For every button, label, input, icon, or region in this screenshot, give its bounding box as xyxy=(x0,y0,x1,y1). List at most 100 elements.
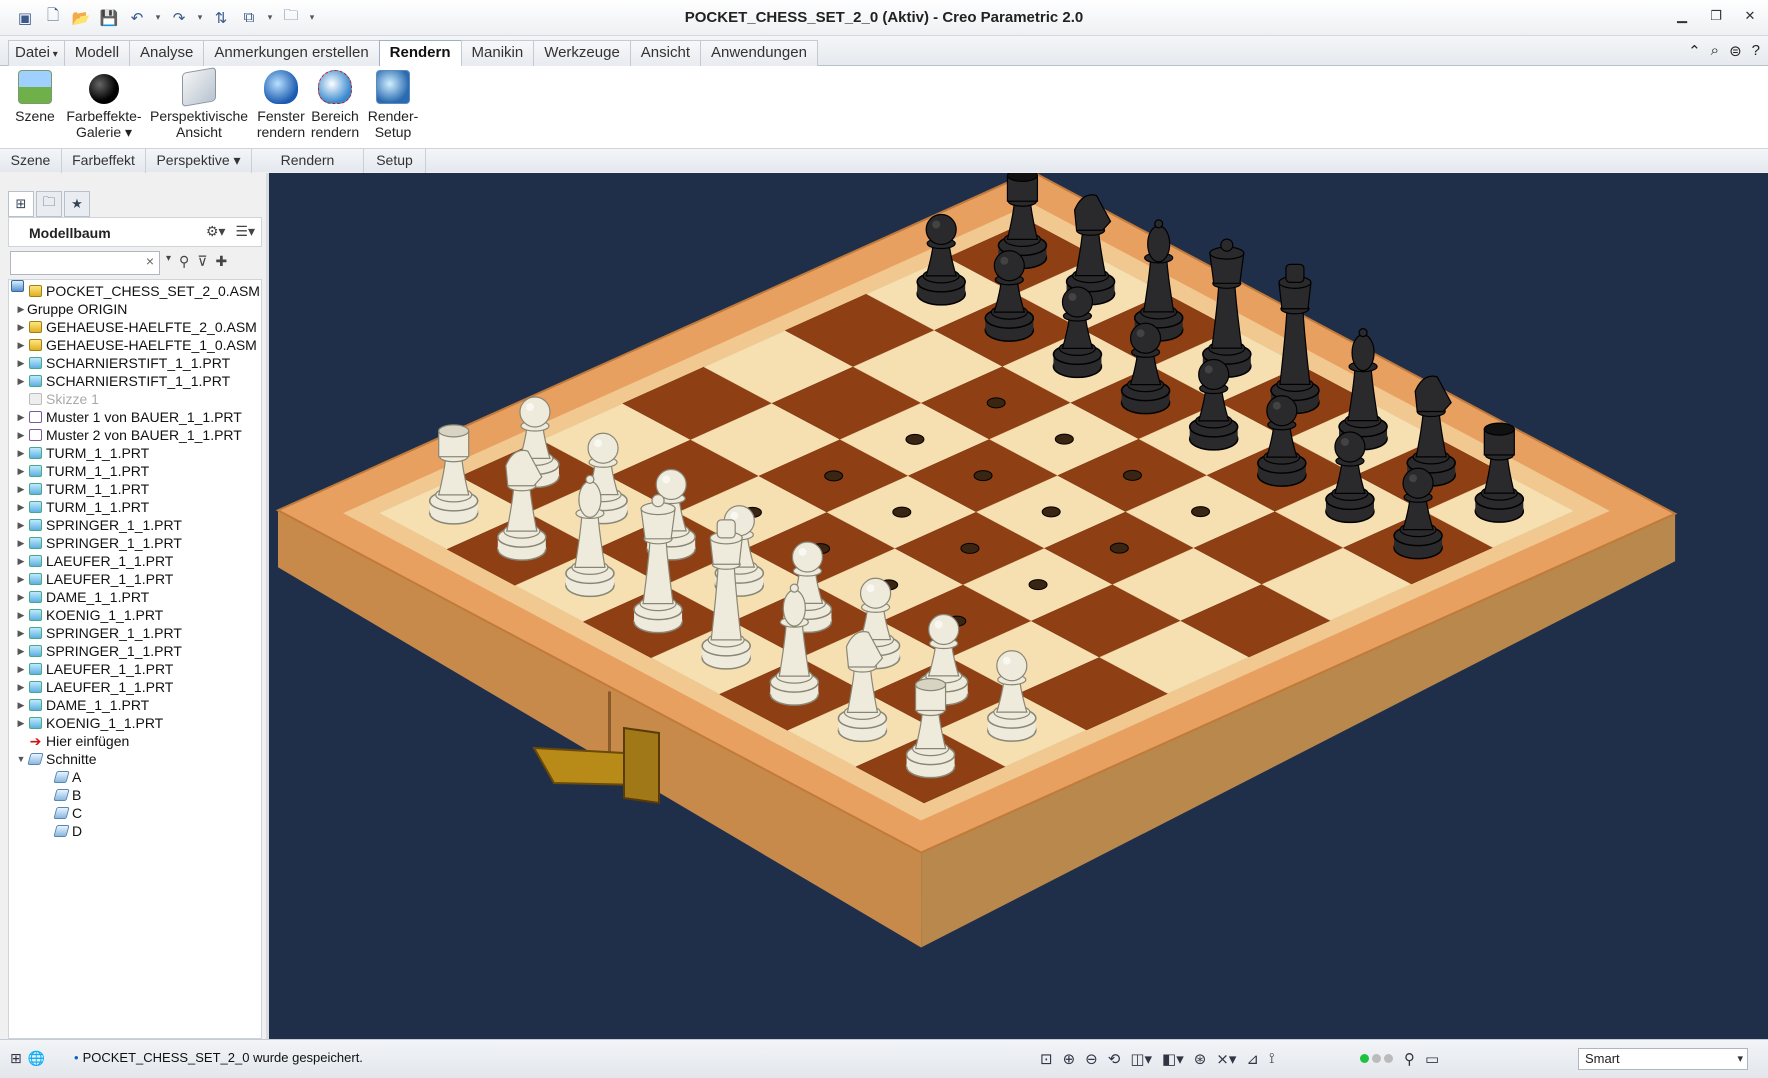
render-window-button[interactable]: Fenster rendern xyxy=(256,70,306,140)
tree-item[interactable]: ▶ TURM_1_1.PRT xyxy=(9,498,261,516)
tree-item[interactable]: ▶ DAME_1_1.PRT xyxy=(9,696,261,714)
expand-icon[interactable]: ▶ xyxy=(15,300,27,318)
tree-item[interactable]: ▼ Schnitte xyxy=(9,750,261,768)
toggle-browser-icon[interactable]: 🌐 xyxy=(28,1050,45,1067)
tree-item[interactable]: ▶ GEHAEUSE-HAELFTE_1_0.ASM xyxy=(9,336,261,354)
help-icon[interactable]: ? xyxy=(1752,42,1760,60)
tree-item[interactable]: A xyxy=(9,768,261,786)
windows-dropdown-icon[interactable]: ▾ xyxy=(266,7,274,29)
tree-item[interactable]: POCKET_CHESS_SET_2_0.ASM xyxy=(9,282,261,300)
spin-center-icon[interactable]: ⟟ xyxy=(1269,1050,1275,1068)
render-region-button[interactable]: Bereich rendern xyxy=(310,70,360,140)
color-effects-gallery-button[interactable]: Farbeffekte- Galerie ▾ xyxy=(66,70,142,140)
close-icon[interactable]: ✕ xyxy=(1742,8,1758,24)
expand-icon[interactable]: ▶ xyxy=(15,516,27,534)
expand-icon[interactable]: ▶ xyxy=(15,336,27,354)
tree-item[interactable]: ▶ LAEUFER_1_1.PRT xyxy=(9,570,261,588)
expand-icon[interactable]: ▶ xyxy=(15,318,27,336)
tree-item[interactable]: ▶ Gruppe ORIGIN xyxy=(9,280,261,318)
scene-button[interactable]: Szene xyxy=(12,70,58,124)
app-icon[interactable]: ▣ xyxy=(14,7,36,29)
tree-item[interactable]: ▶ LAEUFER_1_1.PRT xyxy=(9,552,261,570)
tree-item[interactable]: ▶ GEHAEUSE-HAELFTE_2_0.ASM xyxy=(9,318,261,336)
tab-ansicht[interactable]: Ansicht xyxy=(629,40,701,66)
community-icon[interactable]: ⊜ xyxy=(1729,42,1742,60)
tab-modell[interactable]: Modell xyxy=(63,40,131,66)
zoom-in-icon[interactable]: ⊕ xyxy=(1063,1050,1076,1068)
folder-browser-tab-icon[interactable]: 🗀 xyxy=(36,191,62,217)
expand-icon[interactable]: ▶ xyxy=(15,498,27,516)
expand-icon[interactable]: ▶ xyxy=(15,714,27,732)
expand-icon[interactable]: ▶ xyxy=(15,426,27,444)
display-style-icon[interactable]: ◧▾ xyxy=(1162,1050,1184,1068)
tree-item[interactable]: ▶ Muster 2 von BAUER_1_1.PRT xyxy=(9,426,261,444)
zoom-out-icon[interactable]: ⊖ xyxy=(1085,1050,1098,1068)
select-box-icon[interactable]: ▭ xyxy=(1425,1050,1439,1068)
tree-item[interactable]: ▶ SCHARNIERSTIFT_1_1.PRT xyxy=(9,354,261,372)
restore-icon[interactable]: ❐ xyxy=(1708,8,1724,24)
expand-icon[interactable]: ▶ xyxy=(15,696,27,714)
expand-icon[interactable]: ▶ xyxy=(15,480,27,498)
find-binoculars-icon[interactable]: ⚲ xyxy=(1404,1050,1415,1068)
selection-filter-select[interactable]: Smart xyxy=(1578,1048,1748,1070)
find-icon[interactable]: ⚲ xyxy=(179,253,189,270)
expand-icon[interactable]: ▶ xyxy=(15,354,27,372)
undo-icon[interactable]: ↶ xyxy=(126,7,148,29)
tree-item[interactable]: ▶ SCHARNIERSTIFT_1_1.PRT xyxy=(9,372,261,390)
tree-item[interactable]: D xyxy=(9,822,261,840)
tree-item[interactable]: ➔ Hier einfügen xyxy=(9,732,261,750)
tree-item[interactable]: ▶ KOENIG_1_1.PRT xyxy=(9,714,261,732)
save-icon[interactable]: 💾 xyxy=(98,7,120,29)
tree-item[interactable]: ▶ TURM_1_1.PRT xyxy=(9,444,261,462)
render-setup-button[interactable]: Render- Setup xyxy=(366,70,420,140)
tree-item[interactable]: ▶ LAEUFER_1_1.PRT xyxy=(9,678,261,696)
add-icon[interactable]: ✚ xyxy=(216,253,228,270)
group-perspektive[interactable]: Perspektive ▾ xyxy=(146,149,252,173)
chess-board-scene[interactable] xyxy=(269,173,1768,1039)
expand-icon[interactable]: ▶ xyxy=(15,642,27,660)
tree-columns-icon[interactable]: ☰▾ xyxy=(235,223,255,240)
favorites-tab-icon[interactable]: ★ xyxy=(64,191,90,217)
tree-item[interactable]: ▶ LAEUFER_1_1.PRT xyxy=(9,660,261,678)
tab-anwendungen[interactable]: Anwendungen xyxy=(700,40,818,66)
tab-rendern[interactable]: Rendern xyxy=(378,40,462,67)
toggle-navigator-icon[interactable]: ⊞ xyxy=(10,1050,22,1067)
expand-icon[interactable]: ▶ xyxy=(15,534,27,552)
tree-item[interactable]: ▶ SPRINGER_1_1.PRT xyxy=(9,516,261,534)
filter-icon[interactable]: ⊽ xyxy=(197,253,207,270)
tree-item[interactable]: ▶ SPRINGER_1_1.PRT xyxy=(9,642,261,660)
minimize-icon[interactable]: ▁ xyxy=(1674,8,1690,24)
expand-icon[interactable]: ▶ xyxy=(15,372,27,390)
tab-analyse[interactable]: Analyse xyxy=(129,40,205,66)
expand-icon[interactable]: ▶ xyxy=(15,660,27,678)
tree-item[interactable]: ▶ DAME_1_1.PRT xyxy=(9,588,261,606)
tree-item[interactable]: ▶ SPRINGER_1_1.PRT xyxy=(9,534,261,552)
expand-icon[interactable]: ▶ xyxy=(15,606,27,624)
tree-item[interactable]: ▶ Muster 1 von BAUER_1_1.PRT xyxy=(9,408,261,426)
regenerate-icon[interactable]: ⇅ xyxy=(210,7,232,29)
refit-icon[interactable]: ⊡ xyxy=(1040,1050,1053,1068)
folder-icon[interactable]: 🗀 xyxy=(280,7,302,29)
datum-display-icon[interactable]: ⨯▾ xyxy=(1216,1050,1236,1068)
tab-anmerkungen-erstellen[interactable]: Anmerkungen erstellen xyxy=(203,40,380,66)
tab-werkzeuge[interactable]: Werkzeuge xyxy=(533,40,631,66)
annotation-display-icon[interactable]: ⊿ xyxy=(1246,1050,1259,1068)
tree-item[interactable]: ▶ TURM_1_1.PRT xyxy=(9,462,261,480)
model-tree-tab-icon[interactable]: ⊞ xyxy=(8,191,34,217)
expand-icon[interactable]: ▶ xyxy=(15,570,27,588)
customize-icon[interactable]: ▾ xyxy=(308,7,316,29)
repaint-icon[interactable]: ⟲ xyxy=(1108,1050,1121,1068)
tab-manikin[interactable]: Manikin xyxy=(460,40,535,66)
expand-icon[interactable]: ▼ xyxy=(15,750,27,768)
tree-settings-icon[interactable]: ⚙▾ xyxy=(206,223,226,240)
expand-icon[interactable]: ▶ xyxy=(15,678,27,696)
tree-item[interactable]: ▶ SPRINGER_1_1.PRT xyxy=(9,624,261,642)
search-icon[interactable]: ⌕ xyxy=(1711,42,1719,60)
tree-item[interactable]: ▶ TURM_1_1.PRT xyxy=(9,480,261,498)
tree-item[interactable]: Skizze 1 xyxy=(9,390,261,408)
expand-icon[interactable]: ▶ xyxy=(15,444,27,462)
saved-views-icon[interactable]: ◫▾ xyxy=(1130,1050,1152,1068)
expand-icon[interactable]: ▶ xyxy=(15,588,27,606)
expand-icon[interactable]: ▶ xyxy=(15,408,27,426)
windows-icon[interactable]: ⧉ xyxy=(238,7,260,29)
